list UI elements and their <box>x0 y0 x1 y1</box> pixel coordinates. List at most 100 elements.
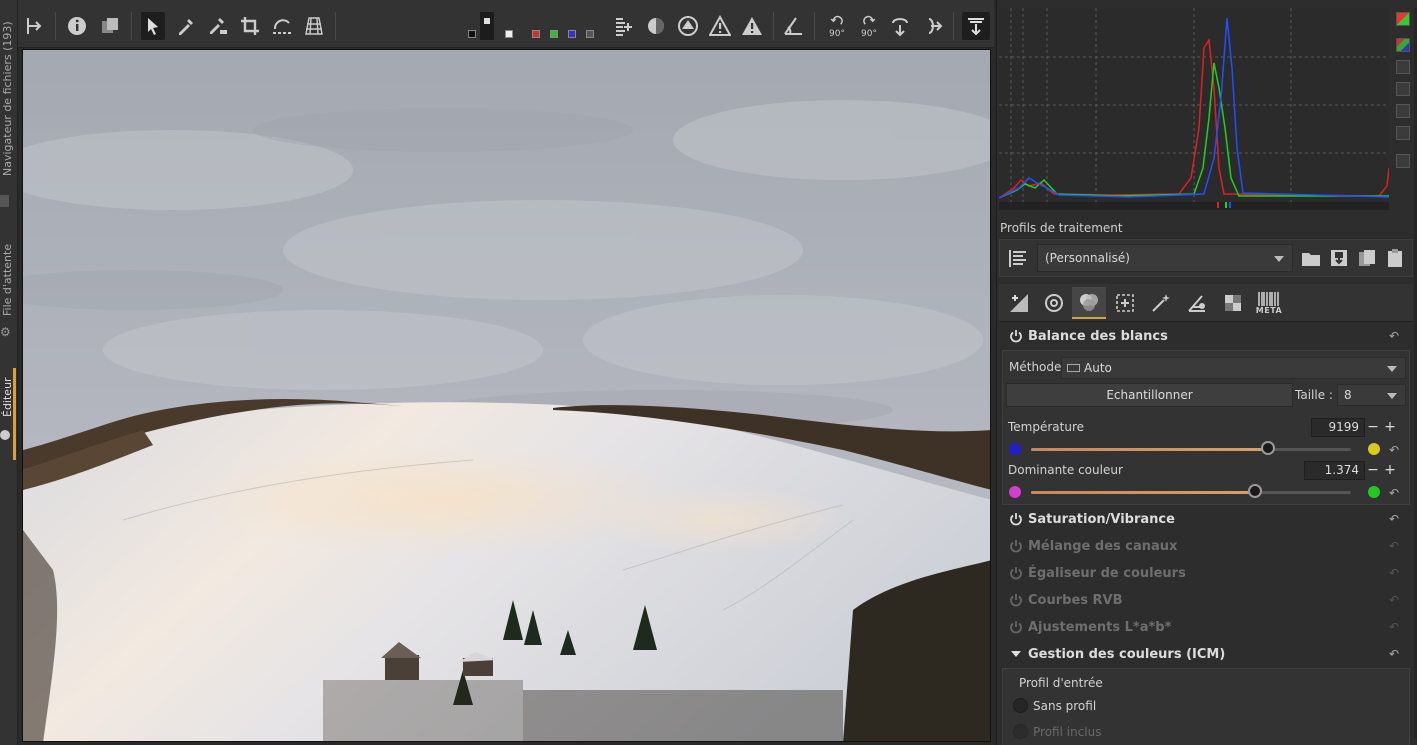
profile-select[interactable]: (Personnalisé) <box>1037 244 1293 272</box>
perspective-icon[interactable] <box>302 12 326 40</box>
power-icon[interactable] <box>1009 512 1023 526</box>
rotate-left-label: 90° <box>829 28 845 39</box>
color-picker-icon[interactable] <box>174 12 198 40</box>
tint-minus-button[interactable]: − <box>1367 463 1379 477</box>
rotate-ccw-icon[interactable]: 90° <box>824 12 850 40</box>
flip-vertical-icon[interactable] <box>888 12 912 40</box>
save-profile-icon[interactable] <box>1326 245 1352 271</box>
histogram-rgb-toggle-icon[interactable] <box>1396 12 1410 26</box>
focus-mask-icon[interactable] <box>644 12 668 40</box>
reset-icon[interactable]: ↶ <box>1389 648 1403 660</box>
histogram-raw-mode-icon[interactable] <box>1396 60 1410 74</box>
power-icon[interactable] <box>1009 539 1023 553</box>
tint-plus-button[interactable]: + <box>1384 463 1396 477</box>
power-icon[interactable] <box>1009 593 1023 607</box>
metadata-tab-icon[interactable]: META <box>1252 287 1286 319</box>
blue-preview-square[interactable] <box>568 30 576 38</box>
section-lab-adjustments[interactable]: Ajustements L*a*b* ↶ <box>999 615 1413 641</box>
method-label: Méthode: <box>1009 360 1066 374</box>
black-preview-square[interactable] <box>468 30 476 38</box>
copy-profile-icon[interactable] <box>1354 245 1380 271</box>
power-icon[interactable] <box>1009 329 1023 343</box>
color-tab-icon[interactable] <box>1072 287 1106 319</box>
auto-wb-icon <box>1067 364 1080 372</box>
reset-icon[interactable]: ↶ <box>1389 621 1403 633</box>
method-select[interactable]: Auto <box>1061 357 1406 379</box>
power-icon[interactable] <box>1009 620 1023 634</box>
rotate-cw-icon[interactable]: 90° <box>856 12 882 40</box>
histogram-more-icon[interactable] <box>1396 154 1410 168</box>
reset-icon[interactable]: ↶ <box>1389 330 1403 342</box>
section-white-balance[interactable]: Balance des blancs ↶ <box>999 324 1413 350</box>
tool-tabs: META <box>999 284 1413 322</box>
white-balance-picker-icon[interactable] <box>206 12 230 40</box>
warning-clip-icon[interactable] <box>740 12 764 40</box>
open-folder-icon[interactable] <box>1298 245 1324 271</box>
tint-slider-knob[interactable] <box>1248 484 1262 498</box>
input-profile-label: Profil d'entrée <box>1019 676 1103 690</box>
reset-icon[interactable]: ↶ <box>1389 567 1403 579</box>
size-select[interactable]: 8 <box>1337 384 1406 406</box>
flip-horizontal-icon[interactable] <box>920 12 944 40</box>
shadow-clip-icon[interactable] <box>676 12 700 40</box>
profile-list-icon[interactable] <box>1005 245 1031 271</box>
size-value: 8 <box>1344 388 1352 402</box>
section-color-equalizer[interactable]: Égaliseur de couleurs ↶ <box>999 561 1413 587</box>
tint-label: Dominante couleur <box>1008 463 1123 477</box>
local-tab-icon[interactable] <box>1108 287 1142 319</box>
histogram-chroma-icon[interactable] <box>1396 104 1410 118</box>
temperature-minus-button[interactable]: − <box>1367 420 1379 434</box>
section-rgb-curves[interactable]: Courbes RVB ↶ <box>999 588 1413 614</box>
tint-input[interactable]: 1.374 <box>1304 461 1365 480</box>
temperature-reset-icon[interactable]: ↶ <box>1389 444 1401 456</box>
details-tab-icon[interactable] <box>1037 287 1071 319</box>
histogram-raw-icon[interactable] <box>612 12 636 40</box>
transform-tab-icon[interactable] <box>1144 287 1178 319</box>
no-profile-radio[interactable] <box>1013 698 1028 713</box>
histogram[interactable] <box>998 8 1390 210</box>
exposure-tab-icon[interactable] <box>1002 287 1036 319</box>
section-channel-mixer[interactable]: Mélange des canaux ↶ <box>999 534 1413 560</box>
temperature-slider-knob[interactable] <box>1261 441 1275 455</box>
paste-profile-icon[interactable] <box>1382 245 1408 271</box>
luminance-preview-square[interactable] <box>586 30 594 38</box>
side-panel-toggle-icon[interactable] <box>23 12 47 40</box>
preview-channels-icon[interactable] <box>480 12 494 40</box>
white-preview-square[interactable] <box>505 30 513 38</box>
histogram-channels-icon[interactable] <box>1396 38 1410 52</box>
main-image-preview[interactable] <box>22 49 991 742</box>
reset-icon[interactable]: ↶ <box>1389 594 1403 606</box>
advanced-tab-icon[interactable] <box>1216 287 1250 319</box>
highlight-clip-icon[interactable] <box>708 12 732 40</box>
info-icon[interactable] <box>65 12 89 40</box>
red-preview-square[interactable] <box>532 30 540 38</box>
panel-toggle-icon[interactable] <box>962 12 990 40</box>
histogram-scope-icon[interactable] <box>1396 126 1410 140</box>
expand-triangle-icon[interactable] <box>1009 647 1023 661</box>
file-browser-tab[interactable]: Navigateur de fichiers (193) <box>1 6 14 176</box>
section-icm[interactable]: Gestion des couleurs (ICM) ↶ <box>999 642 1413 668</box>
power-icon[interactable] <box>1009 566 1023 580</box>
sample-button[interactable]: Echantillonner <box>1006 383 1293 407</box>
temperature-input[interactable]: 9199 <box>1311 418 1365 437</box>
method-value: Auto <box>1084 361 1112 375</box>
straighten-icon[interactable] <box>270 12 294 40</box>
section-title: Mélange des canaux <box>1028 539 1178 554</box>
section-saturation[interactable]: Saturation/Vibrance ↶ <box>999 507 1413 533</box>
histogram-luminance-icon[interactable] <box>1396 82 1410 96</box>
green-preview-square[interactable] <box>550 30 558 38</box>
reset-icon[interactable]: ↶ <box>1389 540 1403 552</box>
embedded-profile-radio[interactable] <box>1013 724 1028 739</box>
before-after-icon[interactable] <box>98 12 122 40</box>
profiles-label: Profils de traitement <box>1000 221 1123 235</box>
raw-tab-icon[interactable] <box>1180 287 1214 319</box>
lock-horizon-icon[interactable] <box>781 12 805 40</box>
tint-reset-icon[interactable]: ↶ <box>1389 487 1401 499</box>
crop-icon[interactable] <box>238 12 262 40</box>
section-title: Ajustements L*a*b* <box>1028 620 1172 635</box>
reset-icon[interactable]: ↶ <box>1389 513 1403 525</box>
temperature-plus-button[interactable]: + <box>1384 420 1396 434</box>
hand-tool-icon[interactable] <box>141 12 165 40</box>
active-tab-indicator <box>13 368 16 460</box>
queue-tab[interactable]: File d'attente <box>1 236 14 316</box>
